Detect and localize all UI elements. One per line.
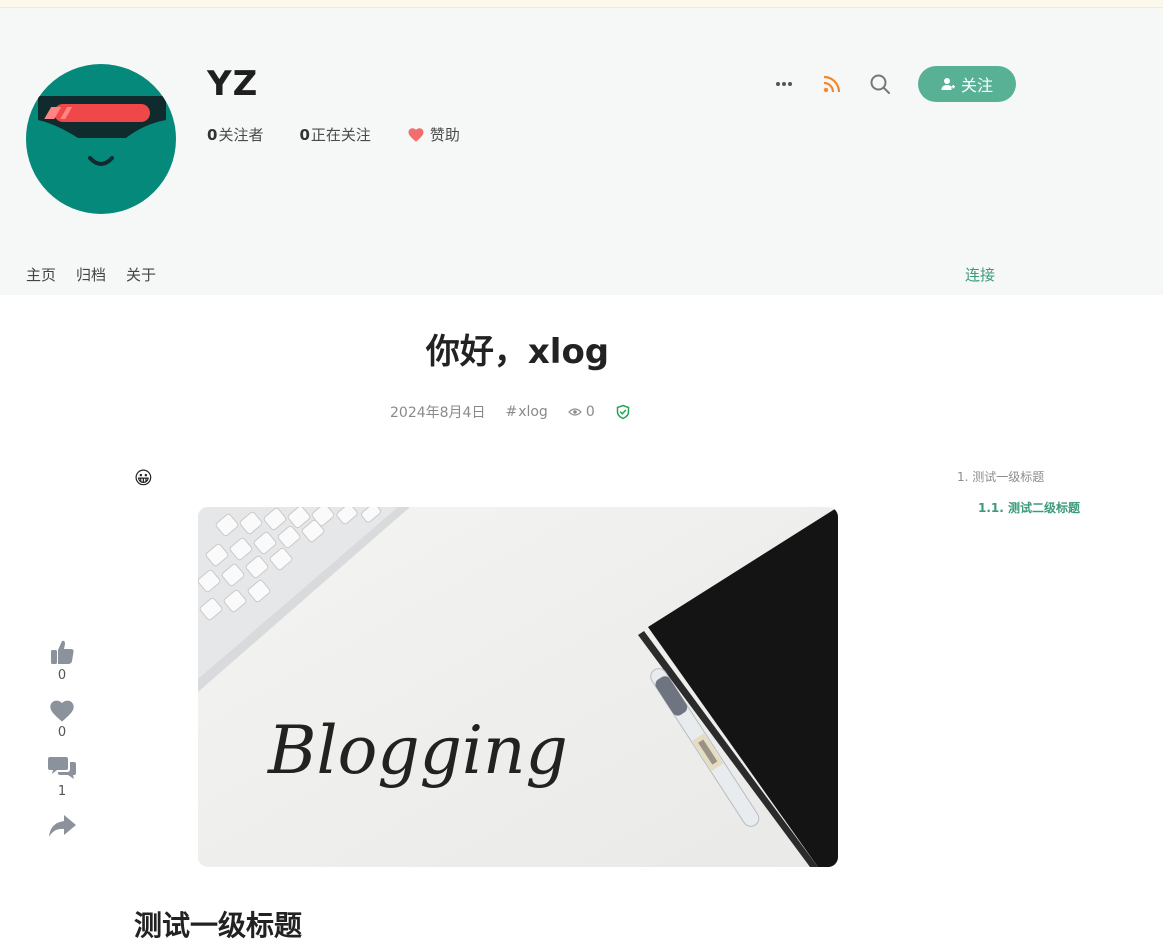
- following-stat[interactable]: 0 正在关注: [299, 124, 370, 145]
- following-count: 0: [299, 125, 310, 144]
- post-cover-image: Blogging: [198, 507, 838, 867]
- heart-icon: [50, 700, 74, 722]
- table-of-contents: 1. 测试一级标题 1.1. 测试二级标题: [957, 468, 1080, 516]
- rss-icon: [823, 75, 841, 93]
- followers-stat[interactable]: 0 关注者: [207, 124, 263, 145]
- toc-item-level2[interactable]: 1.1. 测试二级标题: [978, 499, 1080, 516]
- follow-label: 关注: [960, 76, 993, 95]
- grin-emoji: 😀: [134, 468, 153, 489]
- verified-badge[interactable]: [615, 404, 635, 420]
- connect-button[interactable]: 连接: [965, 264, 995, 285]
- stats-row: 0 关注者 0 正在关注 赞助: [207, 124, 496, 145]
- nav-item-archive[interactable]: 归档: [76, 264, 106, 285]
- post-action-sidebar: 0 0 1: [44, 638, 80, 853]
- views-count: 0: [585, 404, 595, 420]
- shield-check-icon: [616, 404, 629, 420]
- more-button[interactable]: [770, 70, 798, 98]
- post-heading-1: 测试一级标题: [134, 909, 303, 942]
- blog-header: YZ 0 关注者 0 正在关注 赞助 关注 主页 归档 关于 连接: [0, 8, 1163, 295]
- toc-item-level1[interactable]: 1. 测试一级标题: [957, 468, 1080, 485]
- post-views: 0: [567, 404, 595, 420]
- thumbs-up-icon: [51, 640, 74, 664]
- sponsor-link[interactable]: 赞助: [407, 124, 460, 145]
- main-nav: 主页 归档 关于: [26, 264, 176, 285]
- eye-icon: [567, 408, 582, 416]
- post-title: 你好，xlog: [425, 332, 610, 372]
- share-icon: [49, 815, 76, 837]
- search-icon: [870, 74, 890, 94]
- post-meta: 2024年8月4日 # xlog 0: [390, 402, 655, 422]
- like-button[interactable]: 0: [48, 638, 76, 683]
- hash-icon: #: [505, 404, 518, 420]
- avatar[interactable]: [26, 64, 176, 214]
- comments-icon: [48, 757, 76, 779]
- sponsor-label: 赞助: [429, 126, 460, 144]
- followers-label: 关注者: [218, 126, 264, 144]
- comment-count: 1: [57, 784, 67, 799]
- post-date: 2024年8月4日: [390, 405, 486, 421]
- site-title: YZ: [207, 64, 259, 104]
- share-button[interactable]: [47, 813, 77, 839]
- post-tag-label: xlog: [518, 404, 548, 420]
- following-label: 正在关注: [310, 126, 371, 144]
- collect-count: 0: [57, 725, 67, 740]
- followers-count: 0: [207, 125, 218, 144]
- more-icon: [776, 82, 792, 86]
- heart-icon: [408, 127, 424, 142]
- post-tag[interactable]: # xlog: [505, 404, 547, 420]
- header-actions: 关注: [770, 66, 1016, 102]
- comment-button[interactable]: 1: [47, 754, 77, 799]
- collect-button[interactable]: 0: [48, 697, 76, 740]
- rss-button[interactable]: [818, 70, 846, 98]
- cover-text: Blogging: [267, 712, 568, 789]
- nav-item-about[interactable]: 关于: [126, 264, 156, 285]
- follow-button[interactable]: 关注: [918, 66, 1016, 102]
- top-strip: [0, 0, 1163, 8]
- nav-item-home[interactable]: 主页: [26, 264, 56, 285]
- like-count: 0: [57, 668, 67, 683]
- search-button[interactable]: [866, 70, 894, 98]
- user-plus-icon: [941, 78, 955, 90]
